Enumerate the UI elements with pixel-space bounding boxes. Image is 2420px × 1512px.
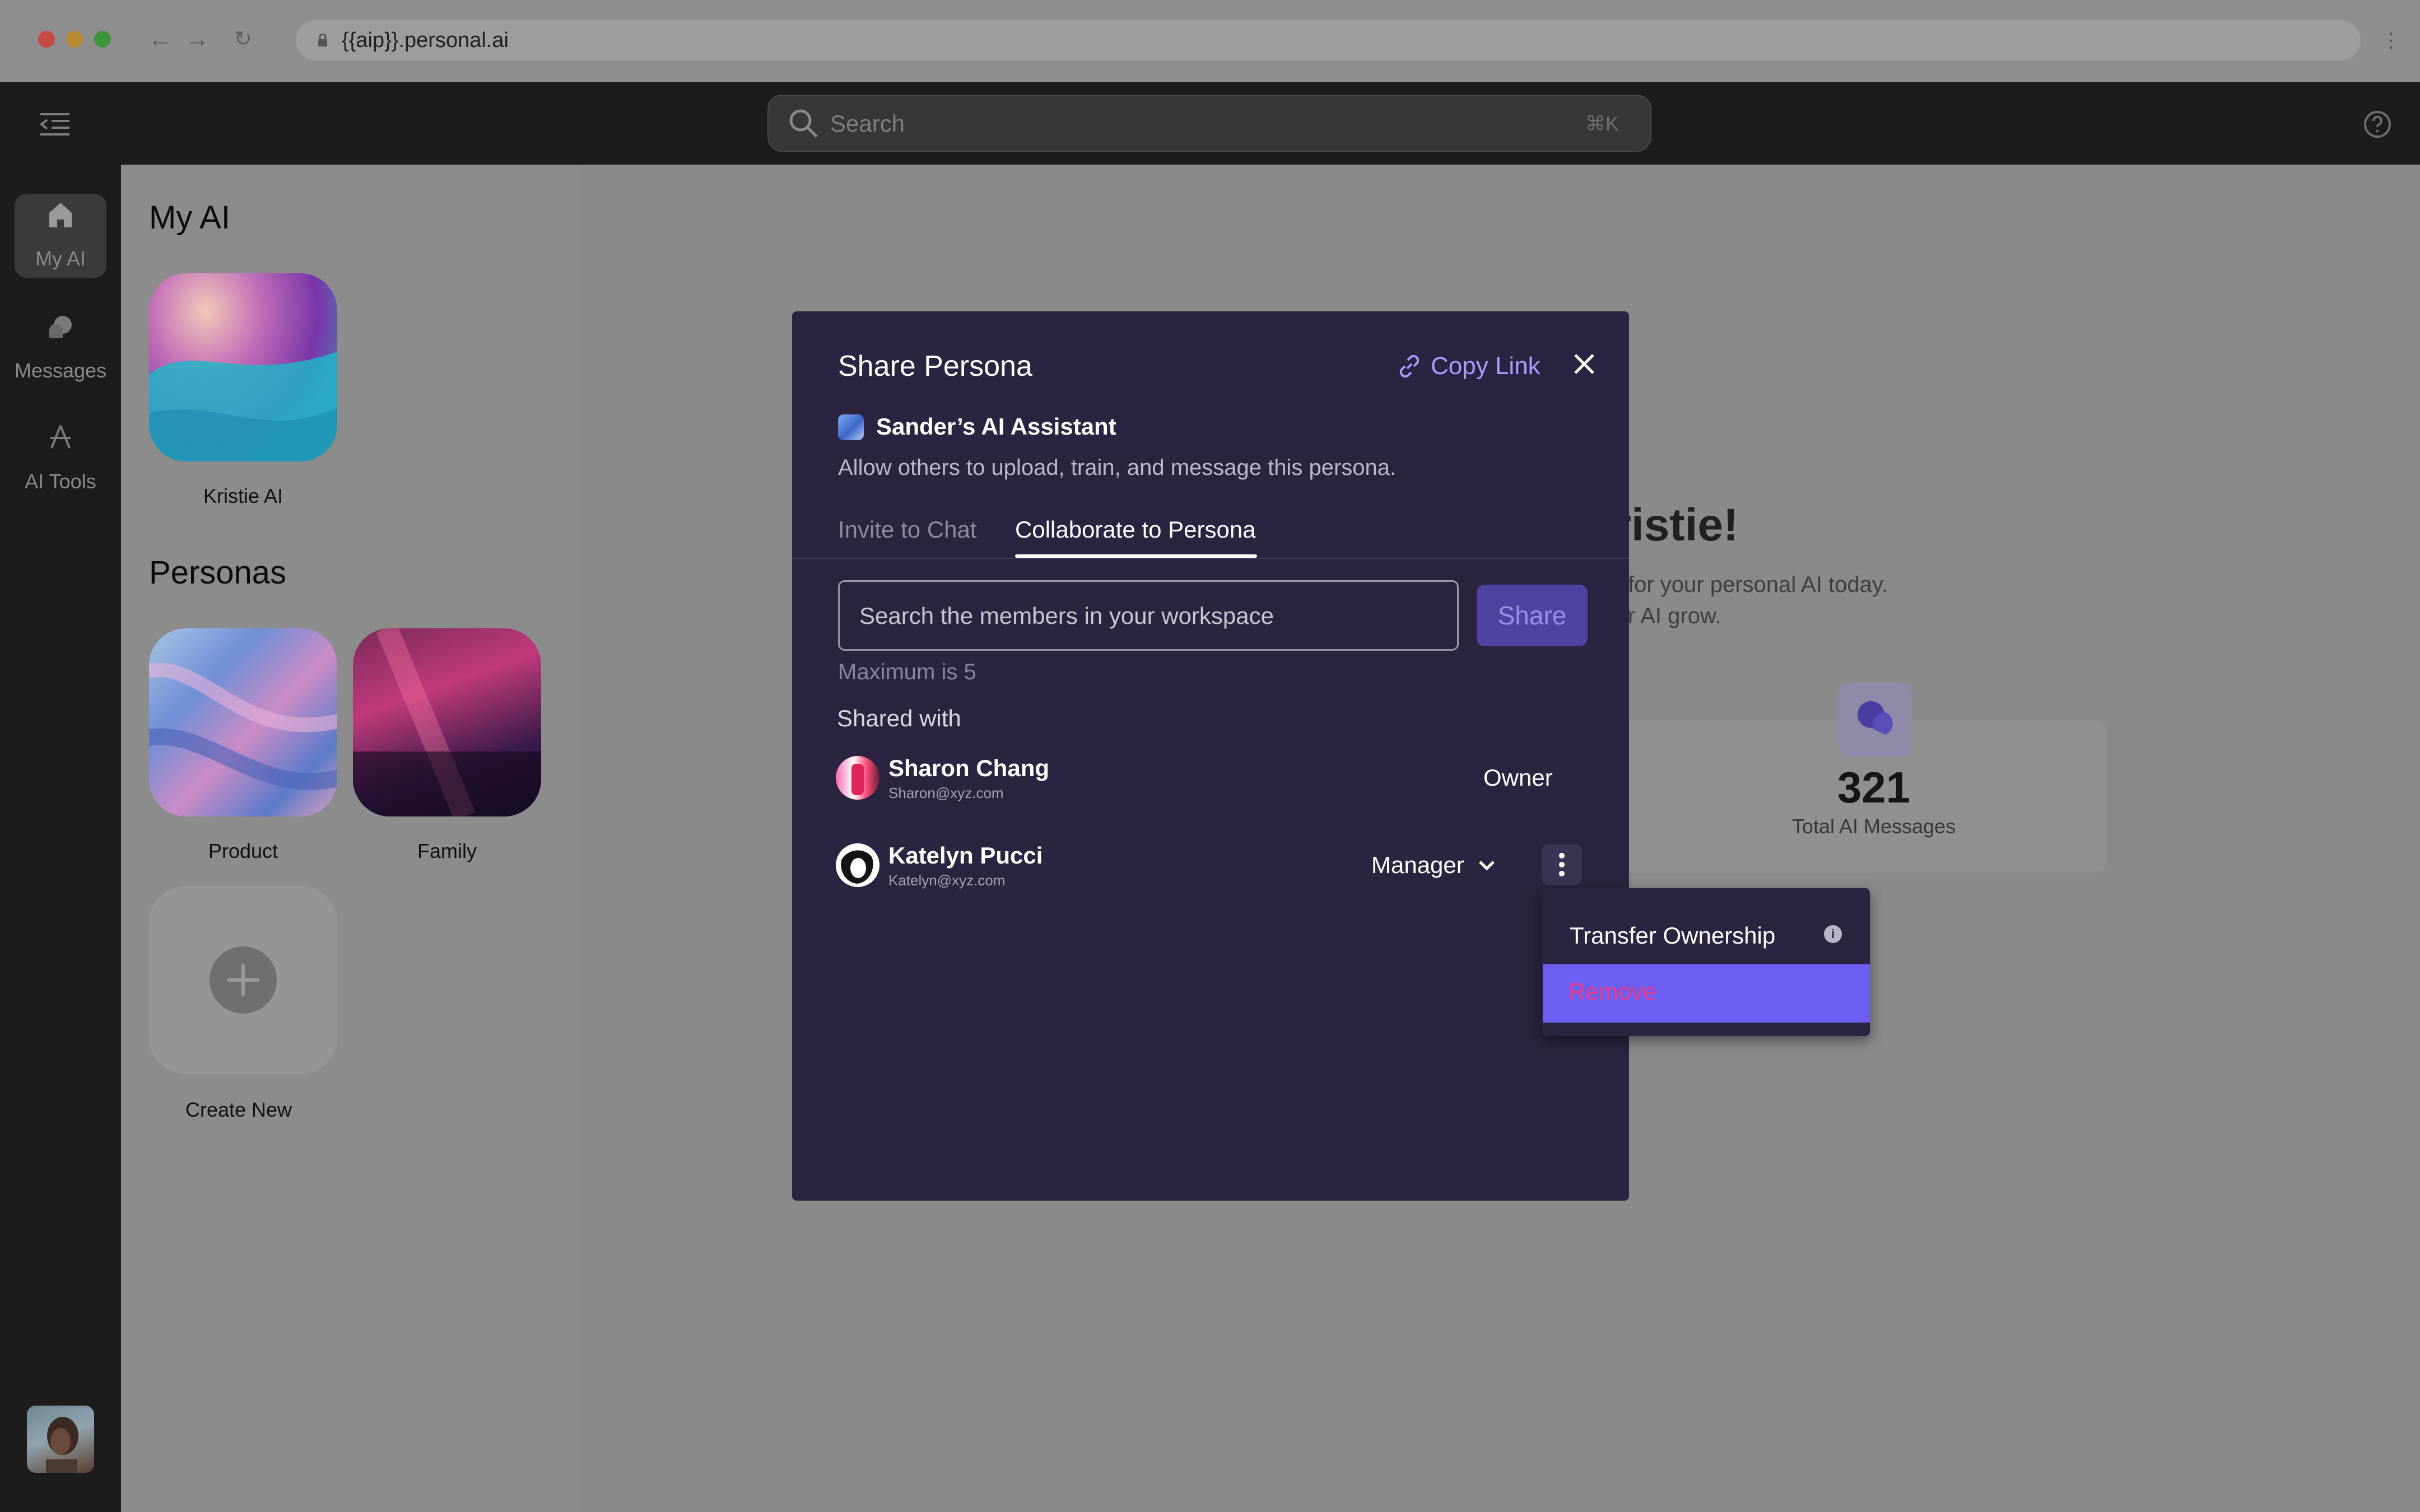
link-icon	[1399, 354, 1420, 378]
stat-value: 321	[1837, 763, 1911, 812]
member-name: Sharon Chang	[888, 755, 1050, 781]
role-select-value: Manager	[1371, 852, 1464, 878]
greeting-subtext-1: for your personal AI today.	[1628, 572, 1888, 597]
member-search-placeholder: Search the members in your workspace	[859, 603, 1274, 629]
nav-label-my-ai: My AI	[35, 247, 86, 270]
close-window-dot[interactable]	[38, 31, 55, 48]
persona-product-tile[interactable]	[149, 628, 337, 816]
reload-icon[interactable]: ↻	[234, 22, 252, 56]
share-button[interactable]: Share	[1477, 585, 1588, 646]
home-icon	[49, 203, 72, 227]
messages-icon	[49, 316, 72, 338]
search-icon	[789, 109, 818, 138]
back-icon[interactable]: ←	[148, 22, 173, 56]
lock-icon	[318, 34, 327, 46]
persona-avatar	[838, 414, 864, 440]
avatar	[836, 756, 879, 800]
minimize-window-dot[interactable]	[66, 31, 83, 48]
member-role-owner: Owner	[1483, 764, 1553, 791]
more-vertical-icon	[1559, 853, 1565, 876]
role-select[interactable]: Manager	[1371, 850, 1497, 880]
kristie-ai-tile[interactable]	[149, 273, 337, 461]
ai-tools-icon	[50, 425, 71, 449]
create-new-label: Create New	[185, 1098, 292, 1121]
maximum-note: Maximum is 5	[838, 660, 976, 684]
my-ai-heading: My AI	[149, 199, 231, 236]
remove-label: Remove	[1569, 978, 1656, 1005]
member-email: Sharon@xyz.com	[888, 785, 1004, 801]
shared-with-label: Shared with	[837, 705, 961, 731]
url-text[interactable]: {{aip}}.personal.ai	[342, 25, 509, 56]
personas-heading: Personas	[149, 554, 287, 591]
plus-icon	[210, 946, 277, 1014]
info-icon[interactable]: i	[1824, 925, 1842, 943]
maximize-window-dot[interactable]	[94, 31, 111, 48]
copy-link-button[interactable]: Copy Link	[1395, 351, 1541, 382]
help-icon[interactable]	[2363, 110, 2392, 139]
search-placeholder: Search	[830, 110, 905, 137]
greeting-subtext-2: r AI grow.	[1628, 604, 1721, 628]
persona-description: Allow others to upload, train, and messa…	[838, 455, 1397, 480]
search-shortcut: ⌘K	[1585, 112, 1619, 135]
transfer-ownership-label: Transfer Ownership	[1570, 922, 1776, 949]
address-bar[interactable]	[296, 20, 2361, 60]
stat-icon-box	[1837, 682, 1912, 757]
modal-title: Share Persona	[838, 350, 1032, 382]
copy-link-label: Copy Link	[1431, 352, 1541, 380]
stat-label: Total AI Messages	[1791, 815, 1956, 838]
persona-product-label: Product	[208, 839, 278, 862]
member-more-button[interactable]	[1542, 844, 1582, 885]
close-icon[interactable]	[1569, 348, 1600, 380]
kristie-ai-label: Kristie AI	[203, 484, 283, 507]
member-email: Katelyn@xyz.com	[888, 872, 1006, 889]
chevron-down-icon	[1478, 861, 1495, 871]
messages-icon	[1858, 701, 1893, 735]
active-tab-indicator	[1015, 554, 1257, 558]
avatar	[836, 843, 879, 887]
persona-family-label: Family	[417, 839, 477, 862]
member-name: Katelyn Pucci	[888, 842, 1043, 869]
nav-label-ai-tools: AI Tools	[25, 470, 96, 493]
greeting-heading: ristie!	[1613, 500, 1739, 550]
tab-invite-to-chat[interactable]: Invite to Chat	[838, 514, 976, 545]
sidebar-collapse-icon[interactable]	[40, 113, 69, 136]
persona-name: Sander’s AI Assistant	[876, 413, 1116, 440]
forward-icon[interactable]: →	[185, 22, 210, 56]
tab-divider	[792, 558, 1629, 559]
user-avatar[interactable]	[27, 1406, 94, 1473]
nav-label-messages: Messages	[14, 359, 107, 382]
persona-family-tile[interactable]	[353, 628, 541, 816]
browser-menu-icon[interactable]: ⋮	[2381, 29, 2401, 52]
tab-collaborate-to-persona[interactable]: Collaborate to Persona	[1015, 514, 1256, 545]
